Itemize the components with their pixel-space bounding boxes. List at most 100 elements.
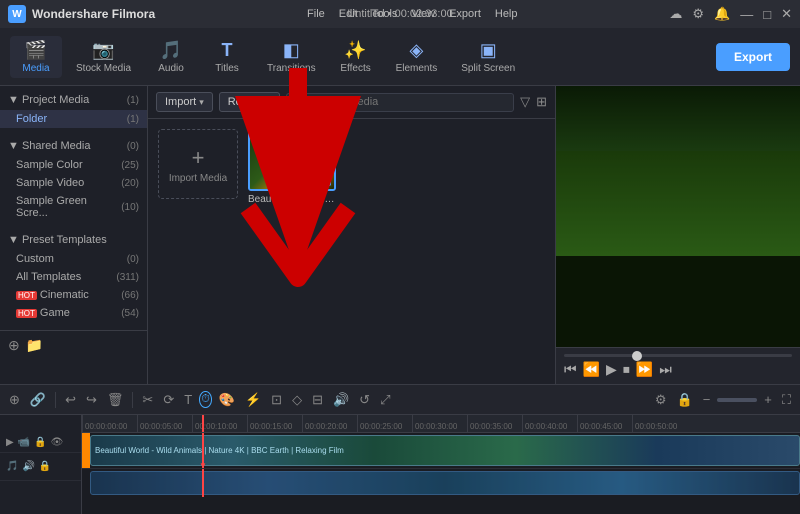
grid-icon[interactable]: ⊞	[536, 94, 547, 110]
tool-media[interactable]: 🎬 Media	[10, 36, 62, 78]
game-label: HOTGame	[16, 307, 70, 319]
sidebar-item-folder[interactable]: Folder (1)	[0, 110, 147, 128]
settings-icon[interactable]: ⚙	[692, 6, 704, 22]
step-forward-icon[interactable]: ⏩	[636, 361, 653, 378]
sidebar-section-header-project-media[interactable]: ▼ Project Media (1)	[0, 90, 147, 110]
tl-zoom-in-icon[interactable]: +	[761, 390, 775, 409]
sidebar-item-game[interactable]: HOTGame (54)	[0, 304, 147, 322]
progress-thumb[interactable]	[632, 351, 642, 361]
video-track-icon: 📹	[18, 437, 30, 448]
record-button[interactable]: Record ▾	[219, 92, 280, 112]
playhead[interactable]	[202, 415, 204, 432]
elements-icon: ◈	[410, 40, 424, 61]
sample-color-count: (25)	[121, 160, 139, 171]
stock-media-icon: 📷	[92, 40, 114, 61]
tool-audio[interactable]: 🎵 Audio	[145, 36, 197, 78]
tl-expand-icon[interactable]: ⤢	[377, 390, 393, 410]
folder-icon[interactable]: 📁	[26, 337, 43, 354]
tl-color-icon[interactable]: 🎨	[216, 390, 238, 410]
cloud-icon[interactable]: ☁	[669, 6, 682, 22]
video-clip[interactable]: Beautiful World - Wild Animals | Nature …	[90, 435, 800, 466]
sidebar-item-sample-color[interactable]: Sample Color (25)	[0, 156, 147, 174]
tl-speed-icon[interactable]: ⚡	[242, 390, 264, 410]
sidebar-item-sample-green[interactable]: Sample Green Scre... (10)	[0, 192, 147, 222]
tool-effects[interactable]: ✨ Effects	[330, 36, 382, 78]
add-folder-icon[interactable]: ⊕	[8, 337, 20, 354]
video-track-eye[interactable]: 👁	[51, 437, 64, 448]
tl-fullscreen-icon[interactable]: ⛶	[779, 390, 794, 410]
skip-forward-icon[interactable]: ⏭	[659, 361, 672, 378]
titlebar: W Wondershare Filmora File Edit Tools Vi…	[0, 0, 800, 28]
tl-transform-icon[interactable]: ⟳	[160, 390, 177, 410]
tl-zoom-bar[interactable]	[717, 398, 757, 402]
sidebar-section-header-shared-media[interactable]: ▼ Shared Media (0)	[0, 136, 147, 156]
close-button[interactable]: ✕	[781, 6, 792, 22]
sidebar-section-shared-media: ▼ Shared Media (0) Sample Color (25) Sam…	[0, 132, 147, 226]
import-media-button[interactable]: + Import Media	[158, 129, 238, 199]
audio-clip[interactable]	[90, 471, 800, 495]
skip-back-icon[interactable]: ⏮	[564, 361, 577, 378]
tool-titles[interactable]: T Titles	[201, 36, 253, 78]
tl-keyframe-icon[interactable]: ◇	[289, 390, 305, 410]
tick-20: 00:00:20:00	[302, 415, 357, 432]
tool-elements[interactable]: ◈ Elements	[386, 36, 448, 78]
sidebar-item-all-templates[interactable]: All Templates (311)	[0, 268, 147, 286]
tool-split-screen[interactable]: ▣ Split Screen	[451, 36, 525, 78]
media-toolbar: Import ▾ Record ▾ 🔍 ▽ ⊞	[148, 86, 555, 119]
search-input[interactable]	[310, 96, 507, 108]
tl-lock-icon[interactable]: 🔒	[674, 390, 696, 410]
menu-export[interactable]: Export	[449, 8, 481, 20]
tl-audio-icon[interactable]: 🔊	[330, 390, 352, 410]
sidebar-item-sample-video[interactable]: Sample Video (20)	[0, 174, 147, 192]
step-back-icon[interactable]: ⏪	[583, 361, 600, 378]
shared-media-count: (0)	[127, 141, 139, 152]
minimize-button[interactable]: —	[740, 7, 753, 22]
record-arrow-icon: ▾	[266, 97, 271, 108]
tl-stabilize-icon[interactable]: ⊡	[268, 390, 285, 410]
sidebar-item-custom[interactable]: Custom (0)	[0, 250, 147, 268]
custom-label: Custom	[16, 253, 54, 265]
video-clip-label: Beautiful World - Wild Animals | Nature …	[91, 445, 348, 456]
tool-transitions[interactable]: ◧ Transitions	[257, 36, 326, 78]
import-button[interactable]: Import ▾	[156, 92, 213, 112]
tl-clock-icon[interactable]: ⏱	[199, 391, 212, 408]
tl-add-icon[interactable]: ⊕	[6, 390, 23, 410]
tl-refresh-icon[interactable]: ↺	[356, 390, 373, 410]
tl-split-icon[interactable]: ⊟	[309, 390, 326, 410]
play-icon[interactable]: ▶	[606, 361, 617, 378]
sidebar-section-label-shared-media: ▼ Shared Media	[8, 140, 90, 152]
video-track-lock[interactable]: 🔒	[34, 437, 46, 448]
tl-redo-icon[interactable]: ↪	[83, 390, 100, 410]
menu-file[interactable]: File	[307, 8, 325, 20]
sidebar-section-label-preset-templates: ▼ Preset Templates	[8, 234, 107, 246]
tl-delete-icon[interactable]: 🗑	[104, 390, 127, 410]
tl-cut-icon[interactable]: ✂	[139, 390, 156, 410]
sidebar: ▼ Project Media (1) Folder (1) ▼ Shared …	[0, 86, 148, 384]
effects-label: Effects	[340, 63, 370, 74]
media-item-beautiful-world[interactable]: ⤢ ✓ Beautiful World - Wild A...	[248, 129, 336, 205]
sidebar-item-cinematic[interactable]: HOTCinematic (66)	[0, 286, 147, 304]
content-row: ▼ Project Media (1) Folder (1) ▼ Shared …	[0, 86, 800, 384]
tl-zoom-out-icon[interactable]: −	[700, 390, 714, 409]
tool-stock-media[interactable]: 📷 Stock Media	[66, 36, 141, 78]
maximize-button[interactable]: □	[763, 7, 771, 22]
sample-video-label: Sample Video	[16, 177, 84, 189]
stop-icon[interactable]: ⏹	[623, 361, 630, 378]
media-panel: Import ▾ Record ▾ 🔍 ▽ ⊞ + Import Media	[148, 86, 555, 384]
notification-icon[interactable]: 🔔	[714, 6, 730, 22]
preview-progress-bar[interactable]	[564, 354, 792, 357]
sidebar-section-header-preset-templates[interactable]: ▼ Preset Templates	[0, 230, 147, 250]
expand-icon: ⤢	[320, 133, 332, 145]
filter-icon[interactable]: ▽	[520, 94, 530, 110]
tl-text-icon[interactable]: T	[181, 390, 195, 409]
tl-link-icon[interactable]: 🔗	[27, 390, 49, 410]
audio-track-mute[interactable]: 🔒	[39, 461, 51, 472]
video-track-toggle[interactable]: ▶	[6, 437, 14, 448]
split-screen-icon: ▣	[480, 40, 497, 61]
audio-track-volume[interactable]: 🔊	[22, 461, 34, 472]
menu-help[interactable]: Help	[495, 8, 518, 20]
tl-undo-icon[interactable]: ↩	[62, 390, 79, 410]
export-button[interactable]: Export	[716, 43, 790, 71]
check-icon: ✓	[317, 172, 331, 186]
tl-settings-icon[interactable]: ⚙	[652, 390, 670, 410]
